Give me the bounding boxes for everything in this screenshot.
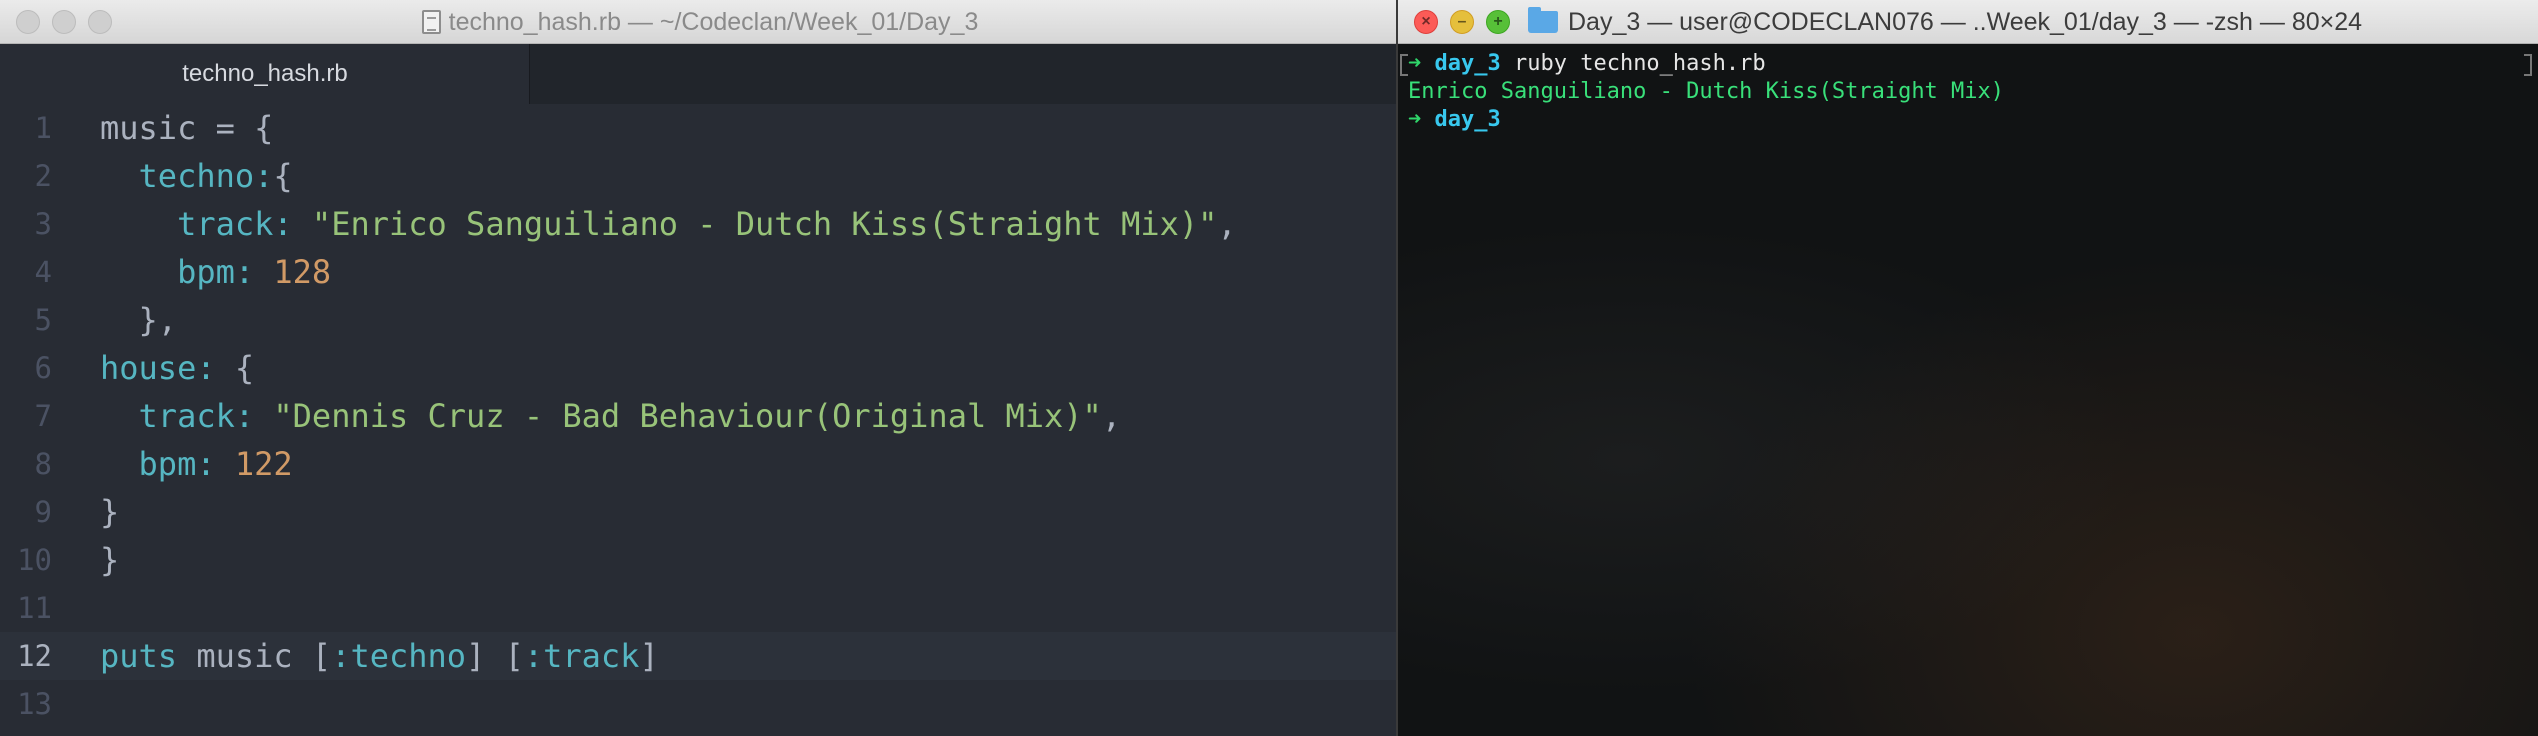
code-token: 122: [234, 445, 293, 483]
code-line[interactable]: 6 house: {: [0, 344, 1400, 392]
line-number: 11: [17, 591, 52, 625]
editor-tab-bar: techno_hash.rb: [0, 44, 1400, 104]
code-token: music = {: [100, 109, 274, 147]
code-line[interactable]: 10}: [0, 536, 1400, 584]
code-token: },: [100, 301, 178, 339]
line-number: 5: [34, 303, 52, 337]
prompt-directory: day_3: [1434, 107, 1501, 132]
code-token: }: [100, 493, 120, 531]
folder-icon: [1528, 7, 1558, 33]
terminal-line-prompt: ➜ day_3: [1408, 106, 2518, 134]
terminal-command: ruby techno_hash.rb: [1513, 51, 1766, 76]
code-editor[interactable]: 1 music = {2 techno:{3 track: "Enrico San…: [0, 104, 1400, 736]
terminal-mark-right: [2524, 54, 2532, 76]
editor-window-title: techno_hash.rb — ~/Codeclan/Week_01/Day_…: [0, 0, 1400, 44]
tab-techno-hash[interactable]: techno_hash.rb: [0, 44, 530, 104]
line-number: 9: [34, 495, 52, 529]
code-token: ,: [1217, 205, 1237, 243]
line-code: track: "Dennis Cruz - Bad Behaviour(Orig…: [100, 392, 1122, 440]
terminal-line-output: Enrico Sanguiliano - Dutch Kiss(Straight…: [1408, 78, 2518, 106]
code-token: }: [100, 541, 120, 579]
code-token: track:: [138, 397, 255, 435]
prompt-directory: day_3: [1434, 51, 1501, 76]
code-token: track:: [177, 205, 293, 243]
terminal-line-command: ➜ day_3 ruby techno_hash.rb: [1408, 50, 2518, 78]
terminal-zoom-button[interactable]: [1486, 10, 1510, 34]
code-token: {: [215, 349, 255, 387]
code-token: :track: [523, 637, 640, 675]
editor-titlebar[interactable]: techno_hash.rb — ~/Codeclan/Week_01/Day_…: [0, 0, 1400, 44]
prompt-arrow-icon: ➜: [1408, 51, 1422, 76]
terminal-window-title: Day_3 — user@CODECLAN076 — ..Week_01/day…: [1528, 0, 2362, 44]
code-token: 128: [273, 253, 332, 291]
code-line[interactable]: 2 techno:{: [0, 152, 1400, 200]
line-code: }: [100, 488, 119, 536]
terminal-output-area[interactable]: ➜ day_3 ruby techno_hash.rb Enrico Sangu…: [1408, 50, 2518, 736]
file-icon: [421, 10, 441, 34]
editor-window: techno_hash.rb — ~/Codeclan/Week_01/Day_…: [0, 0, 1400, 736]
line-code: },: [100, 296, 178, 344]
code-token: puts: [100, 637, 178, 675]
line-number: 4: [34, 255, 52, 289]
line-number: 1: [34, 111, 52, 145]
editor-window-title-text: techno_hash.rb — ~/Codeclan/Week_01/Day_…: [448, 8, 979, 36]
line-number: 7: [34, 399, 52, 433]
code-token: bpm:: [138, 445, 216, 483]
terminal-titlebar[interactable]: Day_3 — user@CODECLAN076 — ..Week_01/day…: [1398, 0, 2538, 44]
code-token: house:: [100, 349, 216, 387]
terminal-close-button[interactable]: [1414, 10, 1438, 34]
line-code: puts music [:techno] [:track]: [100, 632, 659, 680]
terminal-window-title-text: Day_3 — user@CODECLAN076 — ..Week_01/day…: [1568, 8, 2363, 36]
line-number: 8: [34, 447, 52, 481]
line-number: 10: [17, 543, 52, 577]
code-token: "Enrico Sanguiliano - Dutch Kiss(Straigh…: [311, 205, 1218, 243]
code-token: ,: [1101, 397, 1122, 435]
tab-label: techno_hash.rb: [182, 60, 348, 87]
code-token: bpm:: [177, 253, 255, 291]
code-line[interactable]: 8 bpm: 122: [0, 440, 1400, 488]
code-line[interactable]: 3 track: "Enrico Sanguiliano - Dutch Kis…: [0, 200, 1400, 248]
terminal-mark-left: [1400, 54, 1408, 76]
code-line[interactable]: 11: [0, 584, 1400, 632]
code-line[interactable]: 12 puts music [:techno] [:track]: [0, 632, 1400, 680]
line-code: }: [100, 536, 119, 584]
code-line[interactable]: 4 bpm: 128: [0, 248, 1400, 296]
line-number: 6: [34, 351, 52, 385]
code-line[interactable]: 5 },: [0, 296, 1400, 344]
line-number: 2: [34, 159, 52, 193]
code-line[interactable]: 7 track: "Dennis Cruz - Bad Behaviour(Or…: [0, 392, 1400, 440]
code-token: {: [273, 157, 293, 195]
line-code: music = {: [100, 104, 273, 152]
line-number: 12: [17, 639, 52, 673]
terminal-window[interactable]: Day_3 — user@CODECLAN076 — ..Week_01/day…: [1396, 0, 2538, 736]
line-code: techno:{: [100, 152, 293, 200]
code-token: "Dennis Cruz - Bad Behaviour(Original Mi…: [273, 397, 1102, 435]
code-line[interactable]: 13: [0, 680, 1400, 728]
line-number: 3: [34, 207, 52, 241]
code-line[interactable]: 1 music = {: [0, 104, 1400, 152]
code-line[interactable]: 9}: [0, 488, 1400, 536]
prompt-arrow-icon: ➜: [1408, 107, 1422, 132]
code-token: ]: [639, 637, 659, 675]
terminal-output: Enrico Sanguiliano - Dutch Kiss(Straight…: [1408, 79, 2005, 104]
line-code: bpm: 128: [100, 248, 331, 296]
code-token: :techno: [331, 637, 467, 675]
code-token: music [: [177, 637, 332, 675]
line-code: house: {: [100, 344, 254, 392]
code-token: ] [: [466, 637, 524, 675]
line-code: track: "Enrico Sanguiliano - Dutch Kiss(…: [100, 200, 1237, 248]
line-number: 13: [17, 687, 52, 721]
code-token: techno:: [138, 157, 274, 195]
terminal-minimize-button[interactable]: [1450, 10, 1474, 34]
line-code: bpm: 122: [100, 440, 293, 488]
